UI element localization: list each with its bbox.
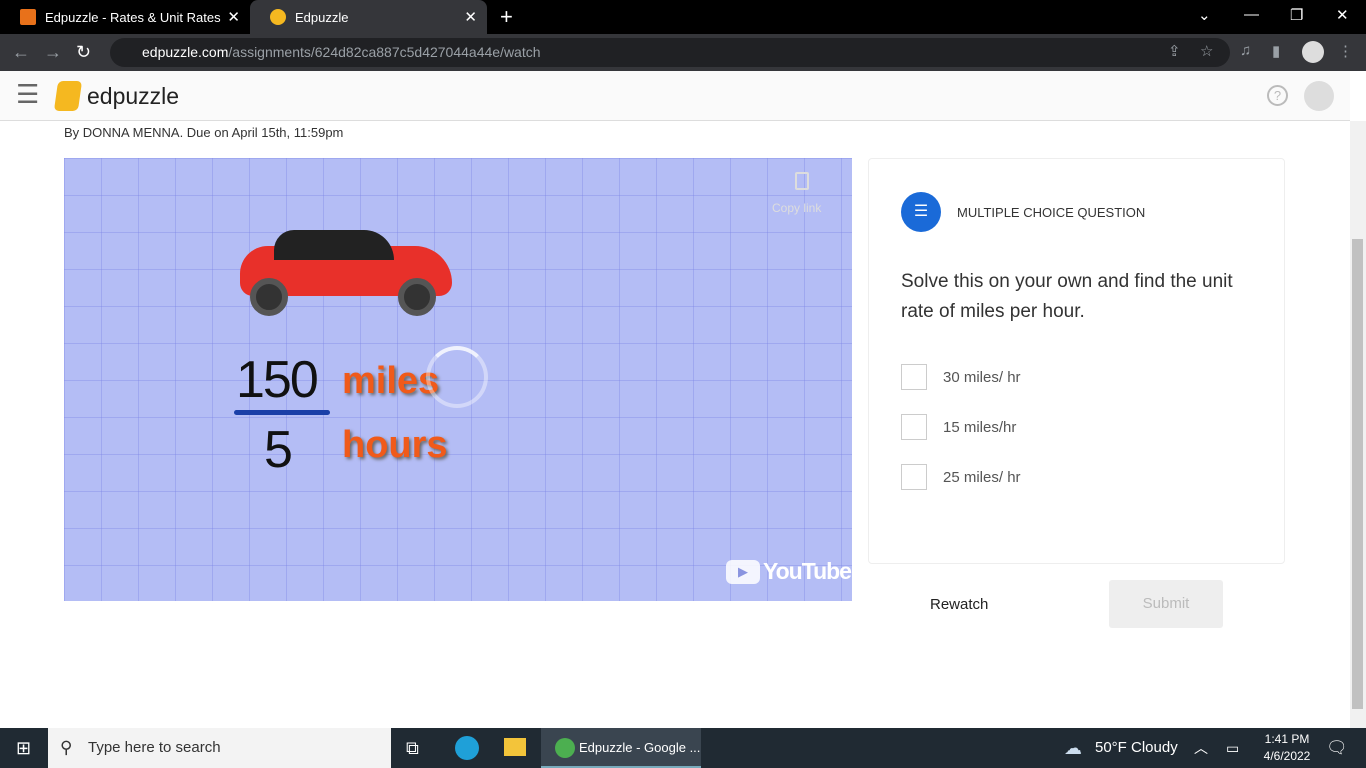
cloud-icon: ☁ <box>1064 738 1082 758</box>
clock-date[interactable]: 4/6/2022 <box>1256 749 1318 763</box>
close-tab-icon[interactable]: ✕ <box>227 8 240 26</box>
option-2[interactable]: 15 miles/hr <box>901 414 1016 440</box>
close-window-button[interactable]: ✕ <box>1336 6 1349 24</box>
restore-button[interactable]: ❐ <box>1290 6 1303 24</box>
chrome-icon <box>555 738 575 758</box>
user-avatar[interactable] <box>1304 81 1334 111</box>
numerator-unit: miles <box>342 360 440 402</box>
copy-icon[interactable] <box>795 172 809 190</box>
tab-rates[interactable]: Edpuzzle - Rates & Unit Rates ✕ <box>0 0 250 34</box>
app-header: ☰ edpuzzle ? <box>0 71 1350 121</box>
taskbar-search[interactable]: ⚲ Type here to search <box>48 728 391 768</box>
bookmark-star-icon[interactable]: ☆ <box>1200 42 1213 60</box>
hamburger-icon[interactable]: ☰ <box>16 81 39 107</box>
question-text: Solve this on your own and find the unit… <box>901 271 1233 322</box>
task-view-icon[interactable]: ⧉ <box>406 728 419 768</box>
taskbar-chrome-app[interactable]: Edpuzzle - Google ... <box>541 728 701 768</box>
battery-icon[interactable]: ▭ <box>1226 728 1239 768</box>
submit-button[interactable]: Submit <box>1109 580 1223 628</box>
rewatch-button[interactable]: Rewatch <box>930 596 988 613</box>
checkbox[interactable] <box>901 364 927 390</box>
denominator-unit: hours <box>342 424 448 466</box>
option-label: 25 miles/ hr <box>943 468 1021 486</box>
clock-time[interactable]: 1:41 PM <box>1262 732 1312 746</box>
checkbox[interactable] <box>901 464 927 490</box>
video-player[interactable]: Copy link 150 5 miles hours ▶ YouTube <box>64 158 852 601</box>
question-card: ☰ MULTIPLE CHOICE QUESTION Solve this on… <box>868 158 1285 564</box>
back-icon[interactable]: ← <box>12 42 30 63</box>
scrollbar-thumb[interactable] <box>1352 239 1363 709</box>
reload-icon[interactable]: ↻ <box>76 42 91 63</box>
main-content: By DONNA MENNA. Due on April 15th, 11:59… <box>0 121 1350 728</box>
chevron-up-icon[interactable]: ︿ <box>1194 728 1208 768</box>
media-icon[interactable]: ♫ <box>1240 42 1251 59</box>
forward-icon[interactable]: → <box>44 42 62 63</box>
windows-start-icon[interactable]: ⊞ <box>16 728 31 768</box>
edge-icon[interactable] <box>455 736 479 760</box>
minimize-button[interactable]: — <box>1244 6 1259 23</box>
menu-icon[interactable]: ⋮ <box>1338 42 1353 60</box>
loading-spinner <box>426 346 488 408</box>
car-wheel <box>250 278 288 316</box>
tab-edpuzzle[interactable]: Edpuzzle ✕ <box>250 0 487 34</box>
edpuzzle-icon <box>270 9 286 25</box>
tab-search-icon[interactable]: ⌄ <box>1198 6 1211 24</box>
youtube-logo[interactable]: YouTube <box>763 558 852 585</box>
url-input[interactable]: edpuzzle.com/assignments/624d82ca887c5d4… <box>110 38 1230 67</box>
option-label: 30 miles/ hr <box>943 368 1021 386</box>
profile-avatar[interactable] <box>1302 41 1324 63</box>
tab-title: Edpuzzle <box>295 9 349 25</box>
address-bar-row: ← → ↻ edpuzzle.com/assignments/624d82ca8… <box>0 34 1366 71</box>
list-check-icon: ☰ <box>901 192 941 232</box>
taskbar: ⊞ ⚲ Type here to search ⧉ Edpuzzle - Goog… <box>0 728 1366 768</box>
url-host: edpuzzle.com <box>142 44 229 60</box>
denominator: 5 <box>264 421 293 479</box>
search-icon: ⚲ <box>60 738 73 757</box>
car-roof <box>274 230 394 260</box>
classroom-icon <box>20 9 36 25</box>
tab-title: Edpuzzle - Rates & Unit Rates <box>45 9 221 25</box>
url-path: /assignments/624d82ca887c5d427044a44e/wa… <box>228 44 541 60</box>
help-icon[interactable]: ? <box>1267 85 1288 106</box>
copy-link[interactable]: Copy link <box>772 201 821 215</box>
checkbox[interactable] <box>901 414 927 440</box>
assignment-byline: By DONNA MENNA. Due on April 15th, 11:59… <box>64 125 344 140</box>
new-tab-button[interactable]: + <box>500 4 513 30</box>
file-explorer-icon[interactable] <box>504 738 526 756</box>
scrollbar[interactable] <box>1350 121 1366 728</box>
question-type: MULTIPLE CHOICE QUESTION <box>957 205 1146 220</box>
taskbar-app-label: Edpuzzle - Google ... <box>579 740 701 755</box>
youtube-play-icon: ▶ <box>726 560 760 584</box>
numerator: 150 <box>236 351 319 409</box>
edpuzzle-logo-icon <box>53 81 83 111</box>
car-wheel <box>398 278 436 316</box>
share-icon[interactable]: ⇪ <box>1168 42 1181 60</box>
fraction-bar <box>234 410 330 415</box>
close-tab-icon[interactable]: ✕ <box>464 8 477 26</box>
sidepanel-icon[interactable]: ▮ <box>1272 42 1280 60</box>
tab-bar: Edpuzzle - Rates & Unit Rates ✕ Edpuzzle ✕… <box>0 0 1366 34</box>
option-label: 15 miles/hr <box>943 418 1017 436</box>
notifications-icon[interactable]: 🗨 <box>1326 728 1348 768</box>
search-placeholder: Type here to search <box>88 739 221 756</box>
option-3[interactable]: 25 miles/ hr <box>901 464 1021 490</box>
weather[interactable]: 50°F Cloudy <box>1095 728 1178 768</box>
option-1[interactable]: 30 miles/ hr <box>901 364 1021 390</box>
logo-text[interactable]: edpuzzle <box>87 83 179 110</box>
